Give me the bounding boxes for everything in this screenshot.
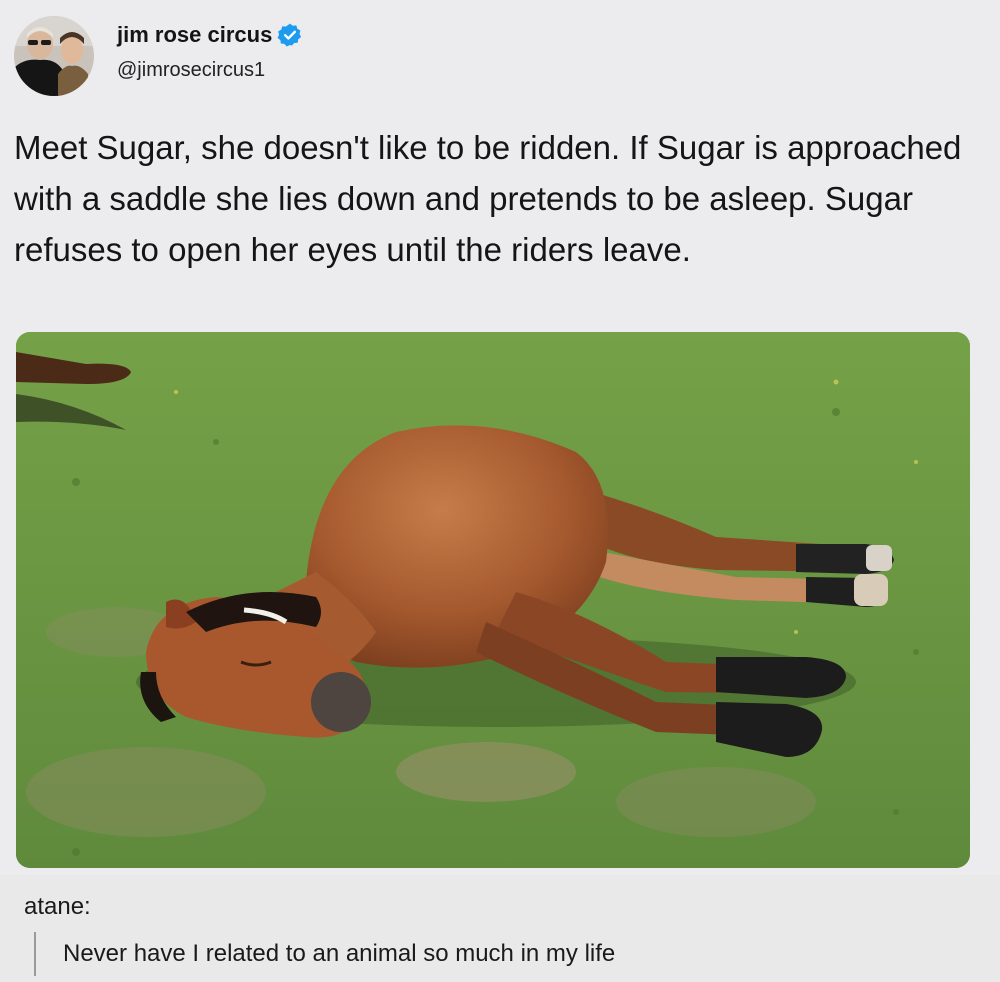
horse-photo-icon <box>16 332 970 868</box>
author-avatar[interactable] <box>14 16 94 96</box>
reply-text: Never have I related to an animal so muc… <box>63 940 616 967</box>
tweet-card: jim rose circus @jimrosecircus1 Meet Sug… <box>0 0 1000 875</box>
avatar-photo-icon <box>14 16 94 96</box>
tweet-image[interactable] <box>16 332 970 868</box>
author-handle[interactable]: @jimrosecircus1 <box>117 59 303 82</box>
author-info: jim rose circus @jimrosecircus1 <box>117 22 303 82</box>
reply-quote: Never have I related to an animal so muc… <box>34 932 615 976</box>
verified-badge-icon <box>277 23 302 47</box>
reply-username[interactable]: atane: <box>24 893 91 921</box>
author-name[interactable]: jim rose circus <box>117 22 272 48</box>
tweet-text: Meet Sugar, she doesn't like to be ridde… <box>14 129 962 268</box>
